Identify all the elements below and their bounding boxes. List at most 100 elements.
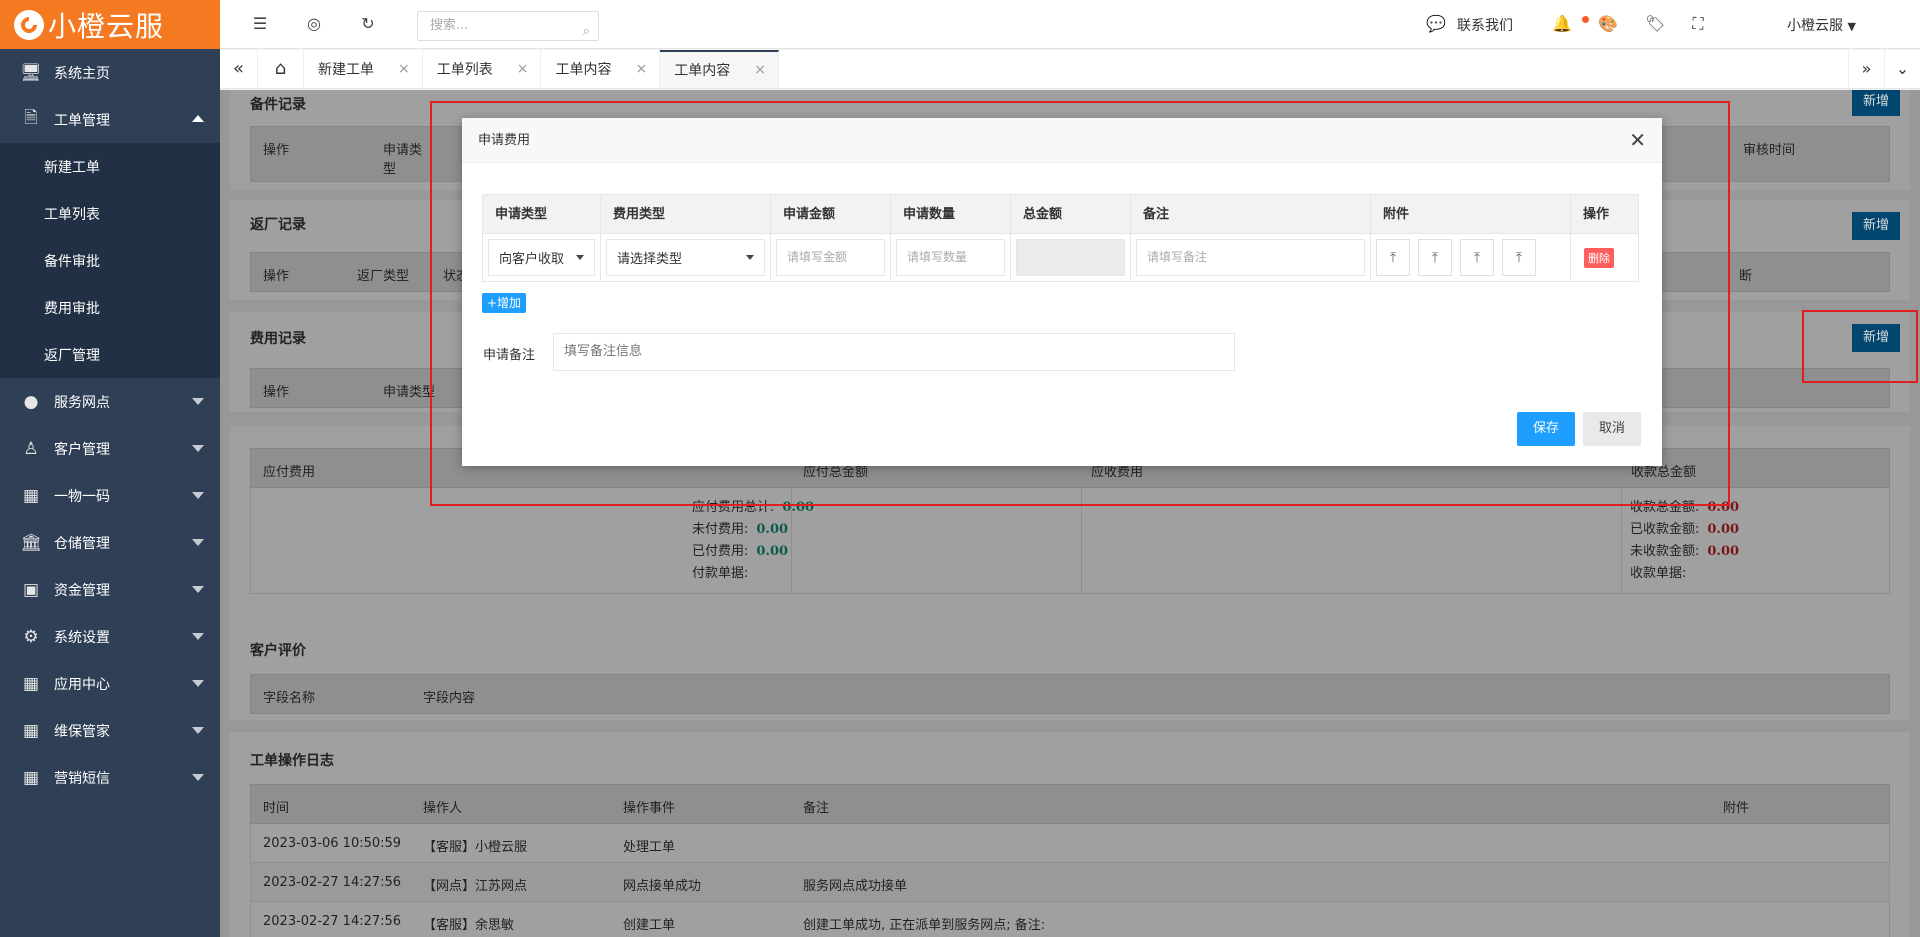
notification-dot: [1582, 16, 1589, 23]
apply-type-select[interactable]: 向客户收取: [488, 239, 595, 276]
submenu-item-parts-approval[interactable]: 备件审批: [0, 237, 220, 284]
col-header: 操作: [263, 269, 290, 284]
close-icon[interactable]: ✕: [1629, 118, 1646, 163]
search-input[interactable]: 搜索... ⌕: [417, 11, 599, 41]
user-icon: ♙: [23, 438, 39, 459]
close-icon[interactable]: ×: [635, 61, 647, 77]
contact-link[interactable]: 联系我们: [1457, 15, 1513, 35]
menu-toggle-icon[interactable]: ☰: [250, 14, 270, 33]
quantity-input[interactable]: 请填写数量: [896, 239, 1005, 276]
user-menu[interactable]: 小橙云服 ▼: [1787, 15, 1856, 35]
caret-down-icon: [192, 445, 204, 452]
amount-input[interactable]: 请填写金额: [776, 239, 885, 276]
table-header: 申请类型 费用类型 申请金额 申请数量 总金额 备注 附件 操作: [483, 195, 1638, 234]
sidebar-item-settings[interactable]: ⚙ 系统设置: [0, 613, 220, 660]
log-time: 2023-02-27 14:27:56: [263, 875, 402, 890]
page-tabs: « ⌂ 新建工单 × 工单列表 × 工单内容 × 工单内容 × » ⌄: [220, 50, 1920, 89]
fullscreen-icon[interactable]: ⛶: [1688, 14, 1708, 34]
globe-icon: ●: [23, 391, 39, 412]
dialog-title: 申请费用: [478, 133, 531, 148]
col-header: 字段名称: [263, 691, 316, 706]
refresh-icon[interactable]: ↻: [358, 14, 378, 33]
fee-type-select[interactable]: 请选择类型: [606, 239, 765, 276]
upload-icon[interactable]: ⤒: [1502, 239, 1536, 276]
sidebar-item-sms[interactable]: ▦ 营销短信: [0, 754, 220, 801]
tab-workorder-content-active[interactable]: 工单内容 ×: [660, 50, 779, 88]
tab-new-workorder[interactable]: 新建工单 ×: [304, 50, 423, 88]
operation-log-card: 工单操作日志 时间 操作人 操作事件 备注 附件 2023-03-06 10:5…: [230, 732, 1910, 937]
palette-icon[interactable]: 🎨: [1598, 14, 1618, 33]
logo-icon: [14, 9, 44, 40]
sidebar-item-customers[interactable]: ♙ 客户管理: [0, 425, 220, 472]
col-header: 操作事件: [623, 801, 676, 816]
sidebar-item-label: 一物一码: [54, 488, 110, 505]
col-header: 操作人: [423, 801, 463, 816]
close-icon[interactable]: ×: [398, 61, 410, 77]
col-header: 字段内容: [423, 691, 476, 706]
cancel-button[interactable]: 取消: [1583, 412, 1641, 446]
tabs-scroll-right-icon[interactable]: »: [1848, 50, 1884, 88]
log-note: 创建工单成功, 正在派单到服务网点; 备注:: [803, 918, 1046, 933]
delete-row-button[interactable]: 删除: [1584, 247, 1614, 268]
col-header: 备注: [803, 801, 830, 816]
unpaid-total: 未付费用: 0.00: [692, 522, 789, 537]
card-title: 工单操作日志: [250, 753, 334, 769]
submenu-item-list[interactable]: 工单列表: [0, 190, 220, 237]
add-return-button[interactable]: 新增: [1852, 212, 1900, 240]
col-header: 总金额: [1011, 195, 1131, 233]
grid-icon: ▦: [22, 673, 40, 694]
col-header: 断: [1739, 269, 1753, 284]
tab-workorder-content[interactable]: 工单内容 ×: [541, 50, 661, 88]
submenu-item-new[interactable]: 新建工单: [0, 143, 220, 190]
search-placeholder: 搜索...: [430, 18, 469, 33]
sidebar-item-label: 系统主页: [54, 65, 110, 82]
tab-label: 工单列表: [436, 62, 493, 78]
tab-label: 工单内容: [555, 62, 612, 78]
upload-icon[interactable]: ⤒: [1418, 239, 1452, 276]
sidebar-item-apps[interactable]: ▦ 应用中心: [0, 660, 220, 707]
card-title: 返厂记录: [250, 217, 306, 233]
log-operator: 【客服】小橙云服: [423, 840, 528, 855]
submenu-item-return[interactable]: 返厂管理: [0, 331, 220, 378]
logo[interactable]: 小橙云服: [0, 0, 220, 49]
col-header: 操作: [1583, 207, 1610, 222]
log-event: 处理工单: [623, 840, 676, 855]
tabs-scroll-left-icon[interactable]: «: [220, 50, 258, 88]
total-amount-field: [1016, 239, 1125, 276]
paid-total: 已付费用: 0.00: [692, 544, 789, 559]
close-icon[interactable]: ×: [517, 61, 529, 77]
submenu-item-fee-approval[interactable]: 费用审批: [0, 284, 220, 331]
chat-icon[interactable]: 💬: [1426, 14, 1446, 33]
log-operator: 【网点】江苏网点: [423, 879, 528, 894]
tabs-dropdown-icon[interactable]: ⌄: [1884, 50, 1920, 88]
annotation-box-add-button: [1802, 310, 1918, 383]
sidebar-item-warehouse[interactable]: 🏛 仓储管理: [0, 519, 220, 566]
close-icon[interactable]: ×: [754, 62, 766, 78]
save-button[interactable]: 保存: [1517, 412, 1575, 446]
log-event: 网点接单成功: [623, 879, 702, 894]
sidebar-item-funds[interactable]: ▣ 资金管理: [0, 566, 220, 613]
sidebar-item-label: 工单管理: [54, 112, 110, 129]
remark-input[interactable]: 填写备注信息: [553, 333, 1235, 371]
bank-icon: 🏛: [20, 532, 42, 553]
search-icon[interactable]: ⌕: [583, 18, 590, 46]
globe-icon[interactable]: ◎: [304, 14, 324, 33]
grid-icon: ▦: [22, 485, 40, 506]
sidebar-item-qrcode[interactable]: ▦ 一物一码: [0, 472, 220, 519]
note-input[interactable]: 请填写备注: [1136, 239, 1365, 276]
caret-down-icon: [192, 774, 204, 781]
sidebar-item-home[interactable]: 🖥 系统主页: [0, 49, 220, 96]
sidebar-item-workorder[interactable]: 🗎 工单管理: [0, 96, 220, 143]
add-row-button[interactable]: +增加: [482, 293, 527, 313]
upload-icon[interactable]: ⤒: [1376, 239, 1410, 276]
tab-workorder-list[interactable]: 工单列表 ×: [423, 50, 542, 88]
home-icon[interactable]: ⌂: [258, 50, 304, 88]
add-parts-button[interactable]: 新增: [1852, 90, 1900, 116]
tag-icon[interactable]: 🏷: [1645, 14, 1665, 33]
upload-icon[interactable]: ⤒: [1460, 239, 1494, 276]
sidebar-item-service-points[interactable]: ● 服务网点: [0, 378, 220, 425]
sidebar-item-maintenance[interactable]: ▦ 维保管家: [0, 707, 220, 754]
grid-icon: ▦: [22, 767, 40, 788]
sidebar-item-label: 应用中心: [54, 676, 110, 693]
bell-icon[interactable]: 🔔: [1552, 14, 1572, 33]
